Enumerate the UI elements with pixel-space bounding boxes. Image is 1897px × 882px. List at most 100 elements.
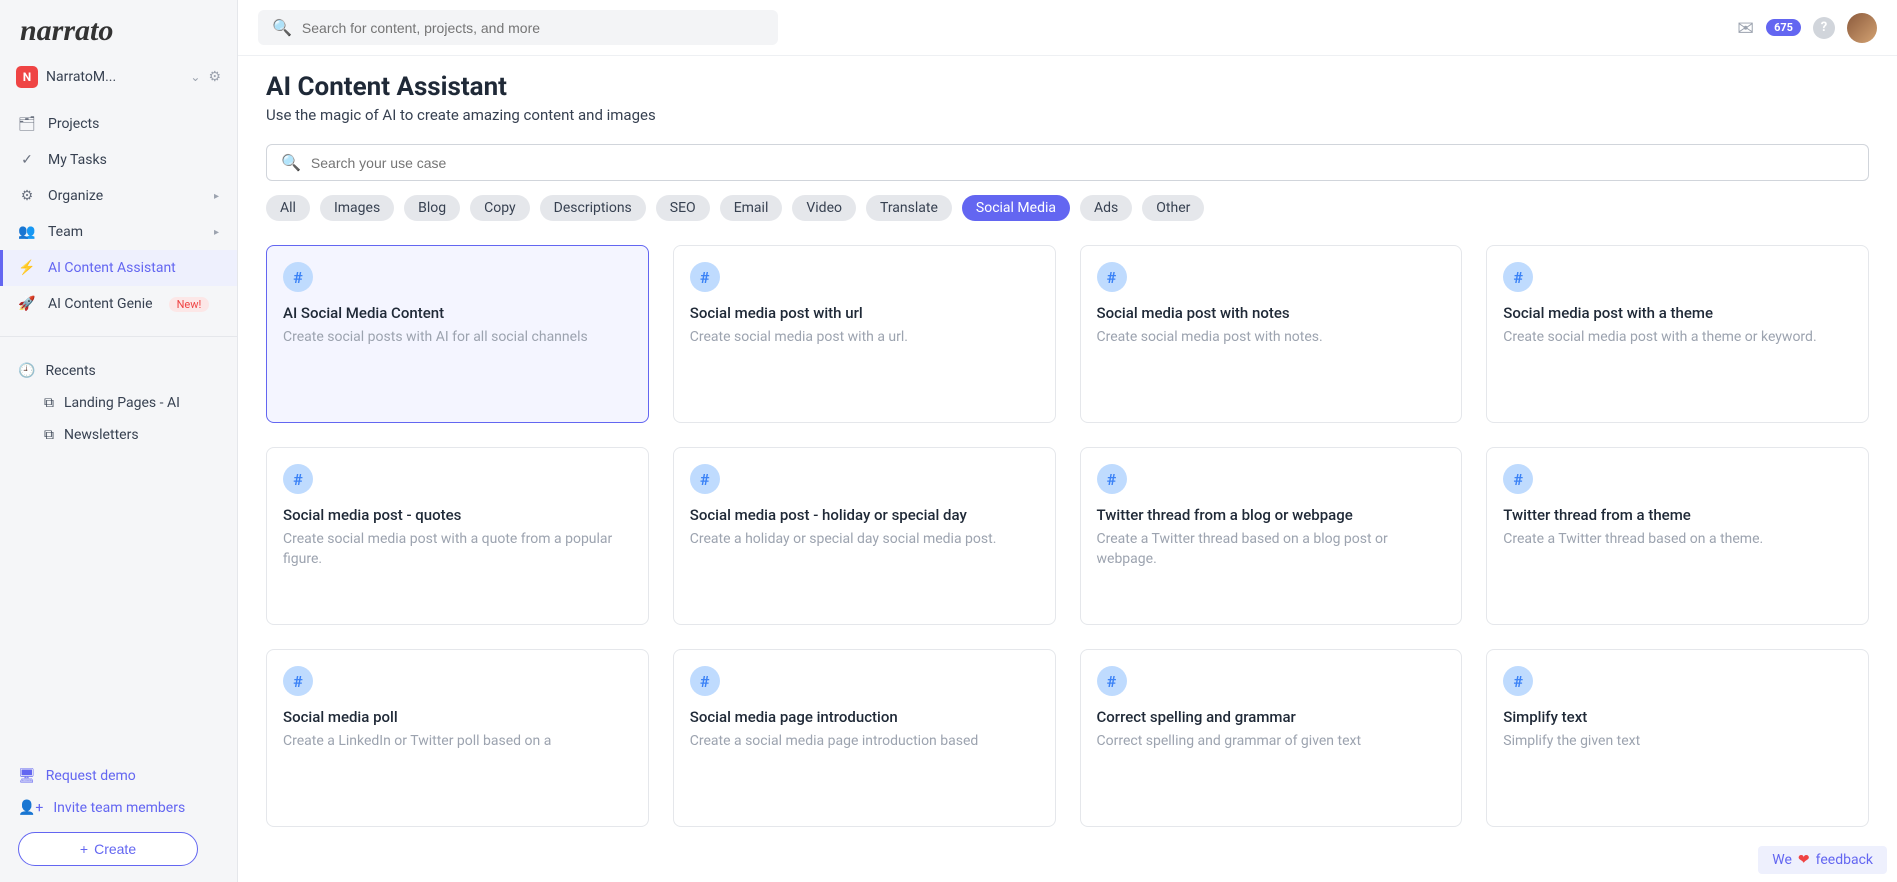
category-pill-social-media[interactable]: Social Media: [962, 195, 1070, 221]
notification-count[interactable]: 675: [1766, 19, 1801, 36]
usecase-card[interactable]: #Social media post with a themeCreate so…: [1486, 245, 1869, 423]
plus-icon: +: [80, 841, 88, 857]
card-title: Simplify text: [1503, 708, 1852, 726]
nav-label: Team: [48, 224, 83, 240]
chevron-down-icon[interactable]: ⌄: [190, 70, 200, 84]
create-button[interactable]: + Create: [18, 832, 198, 866]
hash-icon: #: [1503, 262, 1533, 292]
sidebar-item-projects[interactable]: 🗂 Projects: [0, 106, 237, 142]
page-subtitle: Use the magic of AI to create amazing co…: [266, 106, 1869, 124]
team-icon: 👥: [18, 224, 36, 240]
usecase-card[interactable]: # Simplify text Simplify the given text: [1486, 649, 1869, 827]
sidebar-bottom: 🖥 Request demo 👤+ Invite team members + …: [0, 748, 237, 882]
category-pill-seo[interactable]: SEO: [656, 195, 710, 221]
card-title: Social media post - holiday or special d…: [690, 506, 1039, 524]
category-pill-images[interactable]: Images: [320, 195, 394, 221]
workspace-selector[interactable]: N NarratoM... ⌄ ⚙: [0, 56, 237, 98]
category-pill-translate[interactable]: Translate: [866, 195, 952, 221]
usecase-card[interactable]: #Twitter thread from a themeCreate a Twi…: [1486, 447, 1869, 625]
usecase-card[interactable]: #Social media pollCreate a LinkedIn or T…: [266, 649, 649, 827]
usecase-card[interactable]: #Correct spelling and grammarCorrect spe…: [1080, 649, 1463, 827]
chevron-right-icon: ▸: [214, 227, 219, 238]
folder-icon: 🗂: [18, 116, 36, 132]
card-title: Correct spelling and grammar: [1097, 708, 1446, 726]
help-icon[interactable]: ?: [1813, 17, 1835, 39]
category-pill-video[interactable]: Video: [792, 195, 856, 221]
recent-label: Newsletters: [64, 427, 139, 443]
page-title: AI Content Assistant: [266, 72, 1869, 102]
hash-icon: #: [690, 666, 720, 696]
hash-icon: #: [283, 464, 313, 494]
cube-icon: ⧉: [44, 427, 54, 443]
category-pill-blog[interactable]: Blog: [404, 195, 460, 221]
hash-icon: #: [1503, 464, 1533, 494]
card-title: AI Social Media Content: [283, 304, 632, 322]
search-input[interactable]: [302, 20, 764, 36]
card-title: Social media post with url: [690, 304, 1039, 322]
cards-grid: # AI Social Media Content Create social po…: [266, 245, 1869, 827]
workspace-badge: N: [16, 66, 38, 88]
hash-icon: #: [1503, 666, 1533, 696]
hash-icon: #: [1097, 666, 1127, 696]
search-icon: 🔍: [281, 153, 301, 172]
card-description: Create social media post with a quote fr…: [283, 530, 632, 569]
request-demo-link[interactable]: 🖥 Request demo: [18, 760, 219, 792]
usecase-card[interactable]: #Social media post - quotesCreate social…: [266, 447, 649, 625]
link-label: Invite team members: [53, 800, 185, 816]
card-description: Create a LinkedIn or Twitter poll based …: [283, 732, 632, 752]
card-description: Create social posts with AI for all soci…: [283, 328, 632, 348]
hash-icon: #: [1097, 262, 1127, 292]
new-badge: New!: [169, 297, 210, 312]
card-description: Create social media post with notes.: [1097, 328, 1446, 348]
category-pill-ads[interactable]: Ads: [1080, 195, 1132, 221]
usecase-card[interactable]: # Social media post with url Create social…: [673, 245, 1056, 423]
hash-icon: #: [283, 262, 313, 292]
usecase-input[interactable]: [311, 155, 1854, 171]
usecase-card[interactable]: # Social media post - holiday or special …: [673, 447, 1056, 625]
category-pill-all[interactable]: All: [266, 195, 310, 221]
card-title: Twitter thread from a theme: [1503, 506, 1852, 524]
global-search[interactable]: 🔍: [258, 10, 778, 45]
sidebar: narrato N NarratoM... ⌄ ⚙ 🗂 Projects ✓ M…: [0, 0, 238, 882]
gear-icon[interactable]: ⚙: [208, 69, 221, 85]
sidebar-item-ai-content-assistant[interactable]: ⚡ AI Content Assistant: [0, 250, 237, 286]
workspace-name: NarratoM...: [46, 69, 182, 85]
category-pill-descriptions[interactable]: Descriptions: [540, 195, 646, 221]
recent-label: Landing Pages - AI: [64, 395, 180, 411]
category-pill-copy[interactable]: Copy: [470, 195, 530, 221]
rocket-icon: 🚀: [18, 296, 36, 312]
card-description: Simplify the given text: [1503, 732, 1852, 752]
recent-item[interactable]: ⧉ Landing Pages - AI: [0, 387, 237, 419]
topbar: 🔍 ✉ 675 ?: [238, 0, 1897, 56]
nav-label: Organize: [48, 188, 103, 204]
card-description: Create social media post with a theme or…: [1503, 328, 1852, 348]
logo-text: narrato: [20, 14, 113, 47]
avatar[interactable]: [1847, 13, 1877, 43]
usecase-card[interactable]: # AI Social Media Content Create social po…: [266, 245, 649, 423]
usecase-card[interactable]: #Social media page introductionCreate a …: [673, 649, 1056, 827]
user-plus-icon: 👤+: [18, 800, 43, 816]
cube-icon: ⧉: [44, 395, 54, 411]
category-pill-other[interactable]: Other: [1142, 195, 1204, 221]
check-icon: ✓: [18, 152, 36, 168]
usecase-search[interactable]: 🔍: [266, 144, 1869, 181]
mail-icon[interactable]: ✉: [1737, 16, 1754, 40]
create-label: Create: [94, 841, 136, 857]
card-description: Create social media post with a url.: [690, 328, 1039, 348]
feedback-button[interactable]: We ❤ feedback: [1758, 846, 1887, 874]
recent-item[interactable]: ⧉ Newsletters: [0, 419, 237, 451]
chevron-right-icon: ▸: [214, 191, 219, 202]
bolt-icon: ⚡: [18, 260, 36, 276]
sidebar-item-organize[interactable]: ⚙ Organize ▸: [0, 178, 237, 214]
category-filters: All Images Blog Copy Descriptions SEO Email Vid…: [266, 195, 1869, 221]
hash-icon: #: [690, 262, 720, 292]
invite-team-link[interactable]: 👤+ Invite team members: [18, 792, 219, 824]
sidebar-item-team[interactable]: 👥 Team ▸: [0, 214, 237, 250]
nav-label: AI Content Assistant: [48, 260, 176, 276]
usecase-card[interactable]: #Twitter thread from a blog or webpageCr…: [1080, 447, 1463, 625]
sidebar-item-my-tasks[interactable]: ✓ My Tasks: [0, 142, 237, 178]
sidebar-item-ai-content-genie[interactable]: 🚀 AI Content Genie New!: [0, 286, 237, 322]
hash-icon: #: [690, 464, 720, 494]
category-pill-email[interactable]: Email: [720, 195, 783, 221]
usecase-card[interactable]: #Social media post with notesCreate soci…: [1080, 245, 1463, 423]
